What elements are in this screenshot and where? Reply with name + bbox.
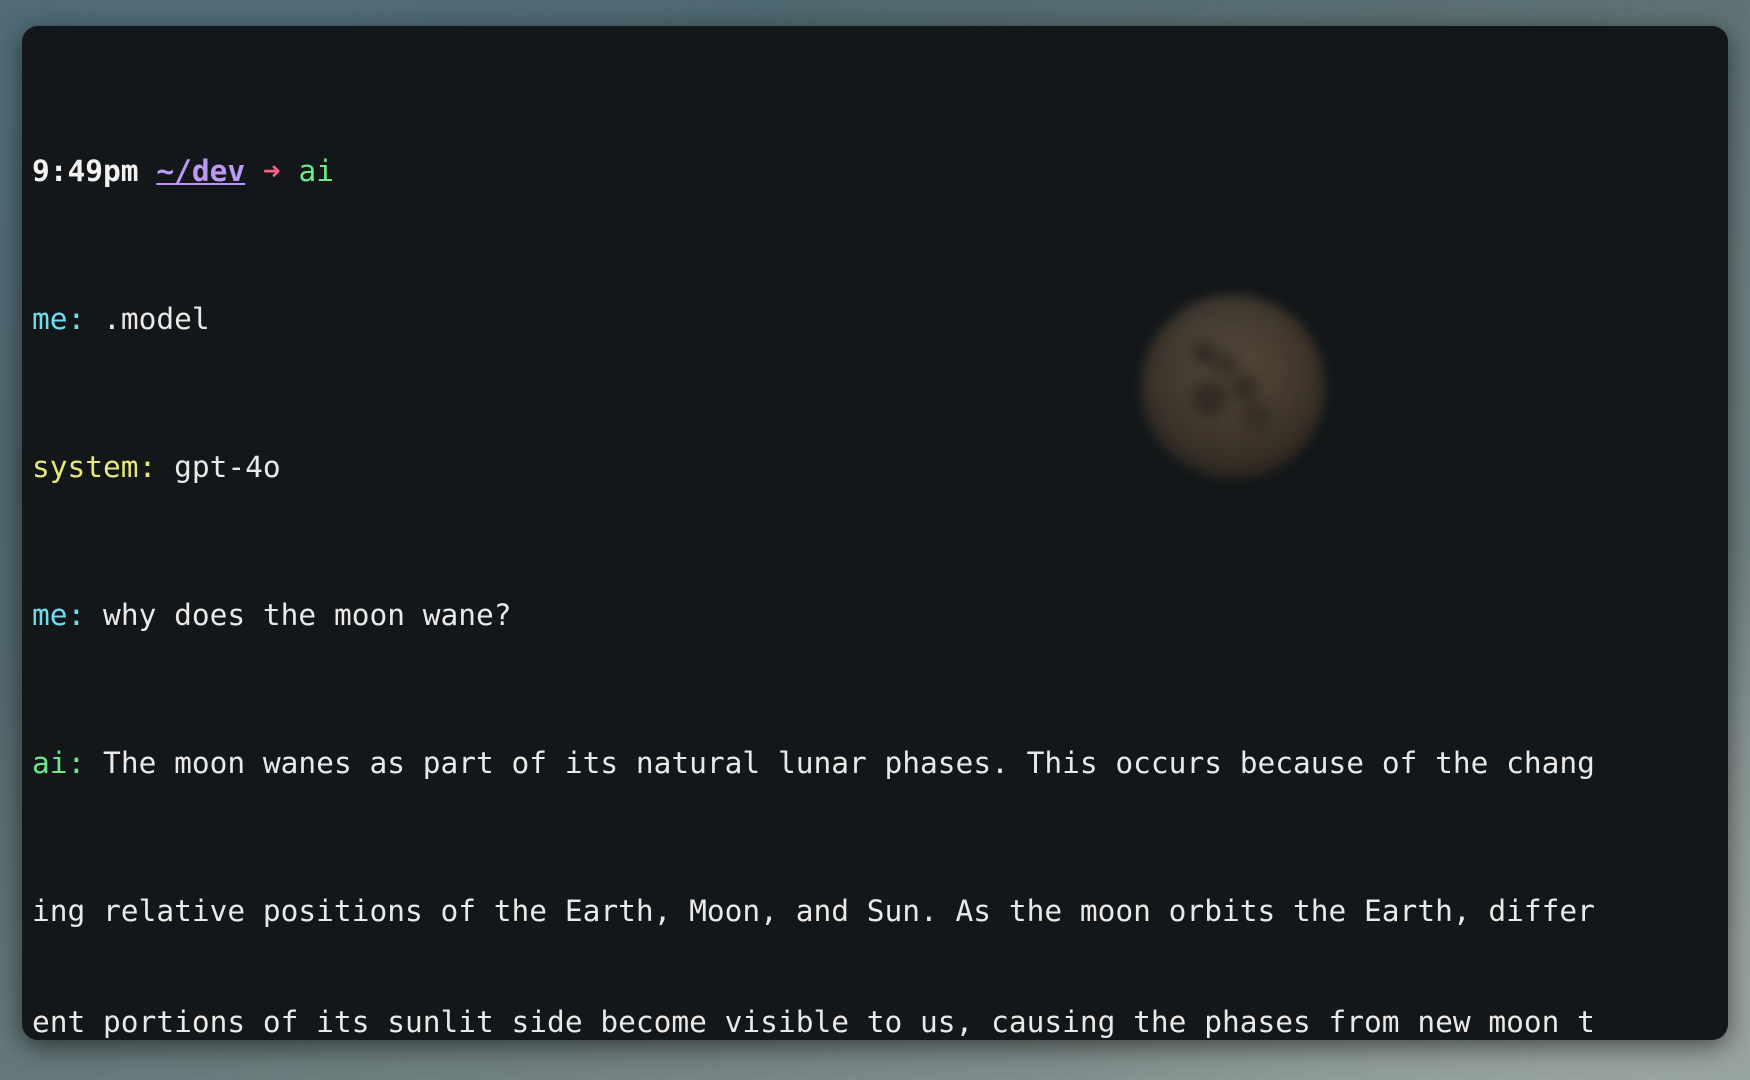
message-text: The moon wanes as part of its natural lu… — [85, 746, 1595, 780]
transcript-line: me: .model — [32, 301, 1718, 338]
prompt-gap2 — [245, 154, 263, 188]
prompt-gap3 — [281, 154, 299, 188]
terminal-window[interactable]: 9:49pm ~/dev ➜ ai me: .model system: gpt… — [22, 26, 1728, 1040]
speaker-tag: system: — [32, 450, 157, 484]
message-text: gpt-4o — [156, 450, 281, 484]
wrapped-line: ent portions of its sunlit side become v… — [32, 1005, 1595, 1039]
prompt-arrow-icon: ➜ — [262, 154, 281, 188]
prompt-path[interactable]: ~/dev — [156, 154, 245, 188]
prompt-gap1 — [139, 154, 157, 188]
message-text: why does the moon wane? — [85, 598, 512, 632]
message-text: .model — [85, 302, 210, 336]
speaker-tag: me: — [32, 302, 86, 336]
prompt-time: 9:49pm — [32, 154, 139, 188]
speaker-tag: me: — [32, 598, 86, 632]
prompt-command: ai — [298, 154, 334, 188]
transcript-line: ai: The moon wanes as part of its natura… — [32, 745, 1718, 782]
prompt-line: 9:49pm ~/dev ➜ ai — [32, 153, 1718, 190]
speaker-tag: ai: — [32, 746, 86, 780]
transcript-line: me: why does the moon wane? — [32, 597, 1718, 634]
transcript-line: system: gpt-4o — [32, 449, 1718, 486]
terminal-screen[interactable]: 9:49pm ~/dev ➜ ai me: .model system: gpt… — [22, 26, 1728, 1040]
wrapped-line: ing relative positions of the Earth, Moo… — [32, 894, 1595, 928]
